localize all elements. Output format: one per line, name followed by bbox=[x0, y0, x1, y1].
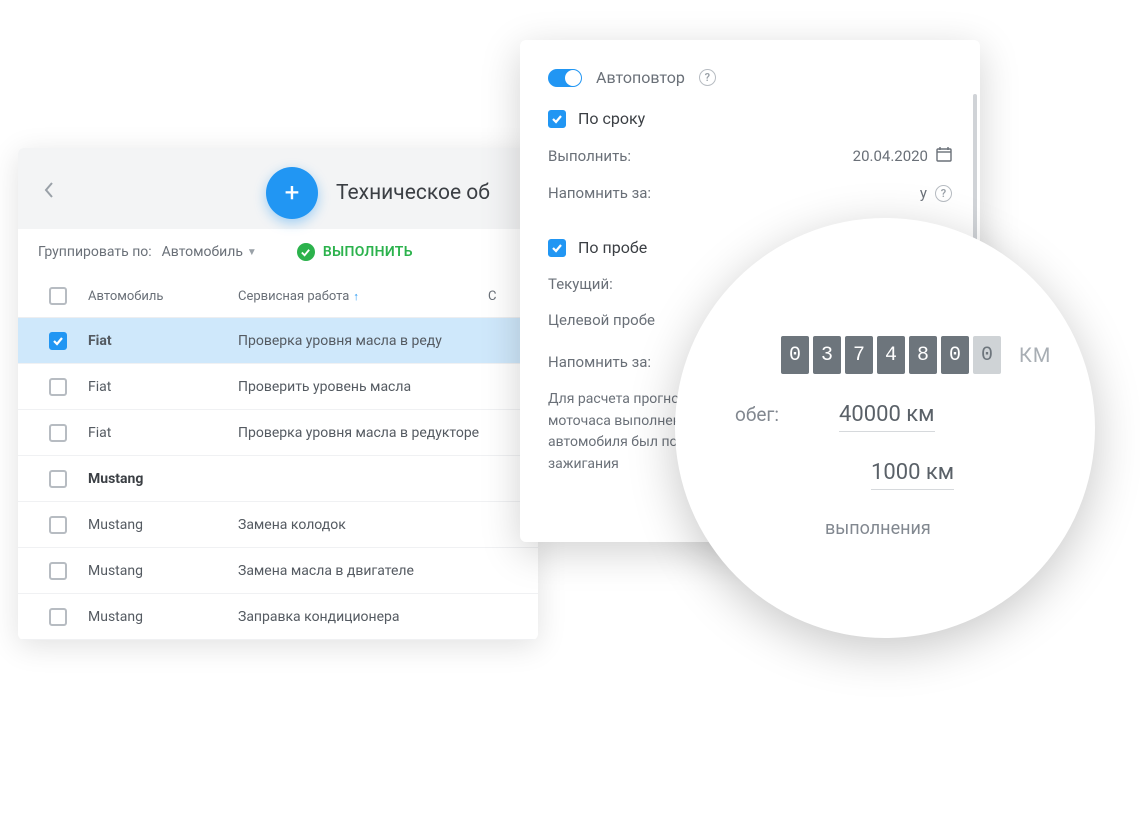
target-mileage-fragment: обег: bbox=[735, 403, 779, 426]
table-header: + Техническое об bbox=[18, 148, 538, 229]
sort-asc-icon: ↑ bbox=[353, 290, 359, 303]
cell-vehicle: Mustang bbox=[88, 471, 238, 487]
odometer-digit: 0 bbox=[941, 336, 969, 374]
row-checkbox[interactable] bbox=[49, 562, 67, 580]
cell-job: Замена колодок bbox=[238, 517, 488, 533]
by-date-checkbox[interactable] bbox=[548, 110, 566, 128]
add-button[interactable]: + bbox=[266, 167, 318, 219]
help-icon[interactable]: ? bbox=[935, 185, 952, 202]
group-by-dropdown[interactable]: Автомобиль ▼ bbox=[162, 244, 257, 260]
remind-mileage-label: Напомнить за: bbox=[548, 353, 651, 371]
checkmark-icon bbox=[297, 243, 315, 261]
execute-date-label: Выполнить: bbox=[548, 147, 631, 165]
group-by-value: Автомобиль bbox=[162, 244, 243, 260]
by-mileage-checkbox[interactable] bbox=[548, 239, 566, 257]
back-chevron-icon[interactable] bbox=[38, 176, 60, 209]
autorepeat-label: Автоповтор bbox=[596, 68, 685, 87]
current-mileage-label: Текущий: bbox=[548, 275, 613, 293]
cell-job: Замена масла в двигателе bbox=[238, 563, 488, 579]
cell-job: Проверка уровня масла в реду bbox=[238, 333, 488, 349]
footer-fragment: выполнения bbox=[735, 518, 1047, 539]
table-row[interactable]: FiatПроверка уровня масла в реду bbox=[18, 318, 538, 364]
execute-label: ВЫПОЛНИТЬ bbox=[323, 244, 413, 260]
toolbar: Группировать по: Автомобиль ▼ ВЫПОЛНИТЬ bbox=[18, 229, 538, 275]
by-date-label: По сроку bbox=[578, 109, 645, 128]
page-title: Техническое об bbox=[336, 181, 490, 205]
km-unit: КМ bbox=[1019, 343, 1051, 367]
help-icon[interactable]: ? bbox=[699, 69, 716, 86]
odometer-digit: 3 bbox=[813, 336, 841, 374]
group-by-label: Группировать по: bbox=[38, 244, 152, 260]
odometer: 0374800 КМ bbox=[735, 336, 1047, 374]
table-row[interactable]: MustangЗамена масла в двигателе bbox=[18, 548, 538, 594]
execute-date-value[interactable]: 20.04.2020 bbox=[853, 147, 928, 165]
col-vehicle[interactable]: Автомобиль bbox=[88, 289, 238, 304]
odometer-digit: 7 bbox=[845, 336, 873, 374]
odometer-digit: 0 bbox=[973, 336, 1001, 374]
row-checkbox[interactable] bbox=[49, 424, 67, 442]
cell-vehicle: Fiat bbox=[88, 425, 238, 441]
cell-vehicle: Fiat bbox=[88, 333, 238, 349]
row-checkbox[interactable] bbox=[49, 378, 67, 396]
table-row[interactable]: Mustang bbox=[18, 456, 538, 502]
cell-job: Заправка кондиционера bbox=[238, 609, 488, 625]
odometer-digit: 4 bbox=[877, 336, 905, 374]
maintenance-table-panel: + Техническое об Группировать по: Автомо… bbox=[18, 148, 538, 640]
odometer-digit: 8 bbox=[909, 336, 937, 374]
calendar-icon[interactable] bbox=[936, 146, 952, 166]
target-mileage-value[interactable]: 40000 км bbox=[839, 402, 935, 432]
cell-vehicle: Fiat bbox=[88, 379, 238, 395]
cell-vehicle: Mustang bbox=[88, 517, 238, 533]
table-row[interactable]: MustangЗаправка кондиционера bbox=[18, 594, 538, 640]
row-checkbox[interactable] bbox=[49, 470, 67, 488]
cell-job: Проверить уровень масла bbox=[238, 379, 488, 395]
table-row[interactable]: MustangЗамена колодок bbox=[18, 502, 538, 548]
by-mileage-label: По пробе bbox=[578, 238, 647, 257]
remind-label: Напомнить за: bbox=[548, 184, 651, 202]
target-mileage-label: Целевой пробе bbox=[548, 311, 655, 329]
remind-mileage-value[interactable]: 1000 км bbox=[871, 460, 954, 490]
magnifier-overlay: 0374800 КМ обег: 40000 км 1000 км выполн… bbox=[675, 218, 1095, 638]
odometer-digit: 0 bbox=[781, 336, 809, 374]
select-all-checkbox[interactable] bbox=[49, 287, 67, 305]
table-body: FiatПроверка уровня масла в редуFiatПров… bbox=[18, 318, 538, 640]
cell-vehicle: Mustang bbox=[88, 563, 238, 579]
table-row[interactable]: FiatПроверка уровня масла в редукторе bbox=[18, 410, 538, 456]
chevron-down-icon: ▼ bbox=[247, 247, 257, 258]
cell-job: Проверка уровня масла в редукторе bbox=[238, 425, 488, 441]
autorepeat-toggle[interactable] bbox=[548, 69, 582, 87]
table-row[interactable]: FiatПроверить уровень масла bbox=[18, 364, 538, 410]
cell-vehicle: Mustang bbox=[88, 609, 238, 625]
row-checkbox[interactable] bbox=[49, 608, 67, 626]
table-head-row: Автомобиль Сервисная работа ↑ С bbox=[18, 275, 538, 318]
remind-value[interactable]: у bbox=[920, 184, 927, 202]
execute-button[interactable]: ВЫПОЛНИТЬ bbox=[297, 243, 413, 261]
row-checkbox[interactable] bbox=[49, 516, 67, 534]
col-job[interactable]: Сервисная работа ↑ bbox=[238, 289, 488, 304]
row-checkbox[interactable] bbox=[49, 332, 67, 350]
